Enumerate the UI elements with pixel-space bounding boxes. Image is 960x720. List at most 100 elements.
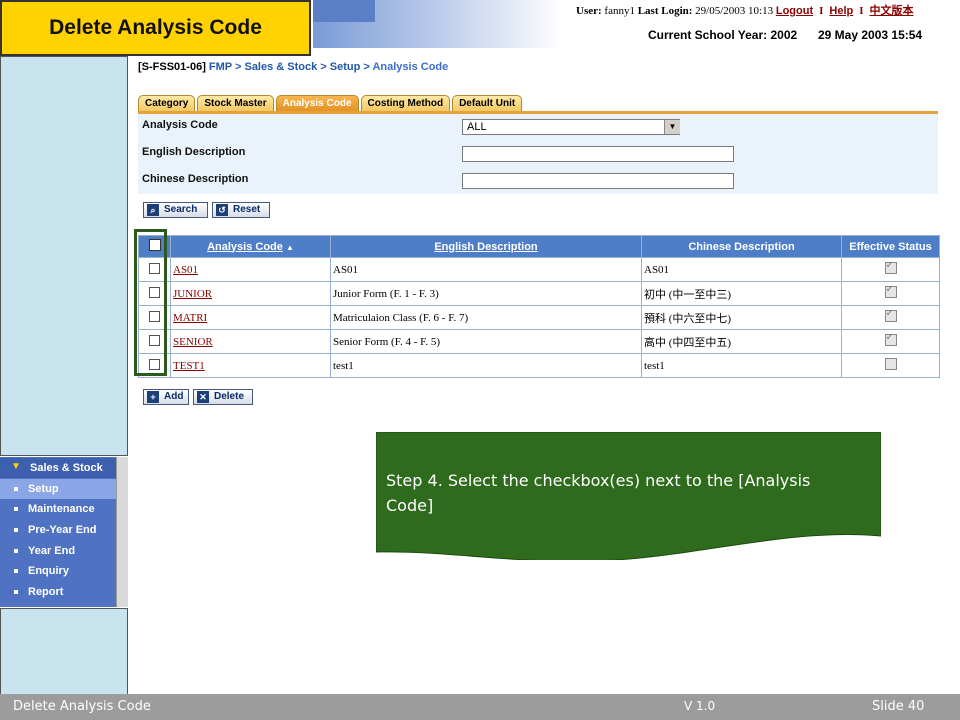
delete-button-label: Delete [214,391,245,402]
table-row: AS01 AS01 AS01 [138,257,940,282]
sidebar-menu-header[interactable]: ▼ Sales & Stock [0,458,116,478]
chinese-version-link[interactable]: 中文版本 [870,5,914,17]
slide-title: Delete Analysis Code [0,0,311,56]
logout-link[interactable]: Logout [776,5,813,17]
english-description-label: English Description [142,146,246,158]
english-description-cell: test1 [330,353,642,378]
column-header-effective-status: Effective Status [841,235,940,258]
effective-status-cell [841,305,940,330]
analysis-code-link[interactable]: JUNIOR [173,288,212,300]
sidebar-item-label: Setup [28,483,59,495]
chinese-description-cell: 預科 (中六至中七) [641,305,842,330]
analysis-code-link[interactable]: TEST1 [173,360,205,372]
reset-button-label: Reset [233,204,261,215]
separator: I [859,5,864,17]
menu-title: Sales & Stock [30,462,103,474]
footer-slide-number: Slide 40 [872,699,925,714]
last-login-label: Last Login: [637,5,693,17]
sidebar-item-setup[interactable]: Setup [14,483,59,495]
sidebar-item-label: Report [28,586,64,598]
code-cell: TEST1 [170,353,331,378]
sidebar-item-label: Pre-Year End [28,524,97,536]
english-description-cell: Matriculaion Class (F. 6 - F. 7) [330,305,642,330]
english-description-cell: AS01 [330,257,642,282]
analysis-code-select[interactable]: ALL [462,119,680,135]
tab-costing-method[interactable]: Costing Method [360,95,451,112]
effective-checkbox [884,332,897,346]
chinese-description-label: Chinese Description [142,173,249,185]
bullet-icon [14,487,18,492]
chevron-down-icon: ▼ [11,461,21,472]
english-description-cell: Junior Form (F. 1 - F. 3) [330,281,642,306]
effective-status-cell [841,257,940,282]
sidebar-item-year-end[interactable]: Year End [14,545,75,557]
code-cell: AS01 [170,257,331,282]
column-header-chinese-description: Chinese Description [641,235,842,258]
sidebar-scrollbar[interactable] [116,457,128,607]
add-button[interactable]: + Add [143,389,189,405]
analysis-code-link[interactable]: AS01 [173,264,198,276]
table-row: TEST1 test1 test1 [138,353,940,378]
code-cell: MATRI [170,305,331,330]
column-header-english-description[interactable]: English Description [330,235,642,258]
analysis-code-link[interactable]: MATRI [173,312,207,324]
tab-stock-master[interactable]: Stock Master [197,95,274,112]
sidebar-top-panel [0,56,128,456]
column-header-analysis-code[interactable]: Analysis Code ▲ [170,235,331,258]
chinese-description-cell: 初中 (中一至中三) [641,281,842,306]
code-cell: SENIOR [170,329,331,354]
column-header-label: English Description [434,240,538,253]
header-block [313,0,375,22]
add-icon: + [147,391,159,403]
separator: I [819,5,824,17]
add-button-label: Add [164,391,184,402]
footer-version: V 1.0 [684,699,716,713]
search-button-label: Search [164,204,198,215]
dropdown-arrow-icon[interactable]: ▼ [664,120,680,134]
chinese-description-input[interactable] [462,173,734,189]
reset-button[interactable]: ↺ Reset [212,202,270,218]
code-cell: JUNIOR [170,281,331,306]
tab-default-unit[interactable]: Default Unit [452,95,523,112]
user-info-line: User: fanny1 Last Login: 29/05/2003 10:1… [576,2,914,18]
breadcrumb-path[interactable]: FMP > Sales & Stock > Setup > [209,61,370,73]
effective-checkbox [884,358,897,370]
analysis-code-link[interactable]: SENIOR [173,336,213,348]
reset-icon: ↺ [216,204,228,216]
tab-analysis-code[interactable]: Analysis Code [275,95,359,112]
sidebar-item-label: Maintenance [28,503,95,515]
sidebar-item-label: Year End [28,545,76,557]
screen-code: [S-FSS01-06] [138,61,206,73]
instruction-text: Step 4. Select the checkbox(es) next to … [386,471,811,515]
table-row: SENIOR Senior Form (F. 4 - F. 5) 高中 (中四至… [138,329,940,354]
sort-asc-icon: ▲ [285,242,294,252]
english-description-input[interactable] [462,146,734,162]
sidebar-item-report[interactable]: Report [14,586,63,598]
analysis-code-table: Analysis Code ▲ English Description Chin… [138,235,940,378]
search-button[interactable]: ⌕ Search [143,202,208,218]
bullet-icon [14,590,18,595]
sidebar-item-enquiry[interactable]: Enquiry [14,565,69,577]
footer-title: Delete Analysis Code [13,699,151,714]
bullet-icon [14,507,18,512]
effective-status-cell [841,329,940,354]
english-description-cell: Senior Form (F. 4 - F. 5) [330,329,642,354]
effective-status-cell [841,281,940,306]
sidebar-item-label: Enquiry [28,565,69,577]
effective-checkbox [884,308,897,322]
sidebar-item-pre-year-end[interactable]: Pre-Year End [14,524,96,536]
effective-checkbox [884,284,897,298]
chinese-description-cell: AS01 [641,257,842,282]
tab-category[interactable]: Category [138,95,196,112]
delete-button[interactable]: ✕ Delete [193,389,253,405]
table-row: MATRI Matriculaion Class (F. 6 - F. 7) 預… [138,305,940,330]
effective-status-cell [841,353,940,378]
sidebar-bottom-panel [0,608,128,696]
bullet-icon [14,528,18,533]
date-time: 29 May 2003 15:54 [818,28,923,42]
bullet-icon [14,569,18,574]
delete-icon: ✕ [197,391,209,403]
column-header-label: Analysis Code [207,240,283,253]
sidebar-item-maintenance[interactable]: Maintenance [14,503,95,515]
help-link[interactable]: Help [829,5,853,17]
